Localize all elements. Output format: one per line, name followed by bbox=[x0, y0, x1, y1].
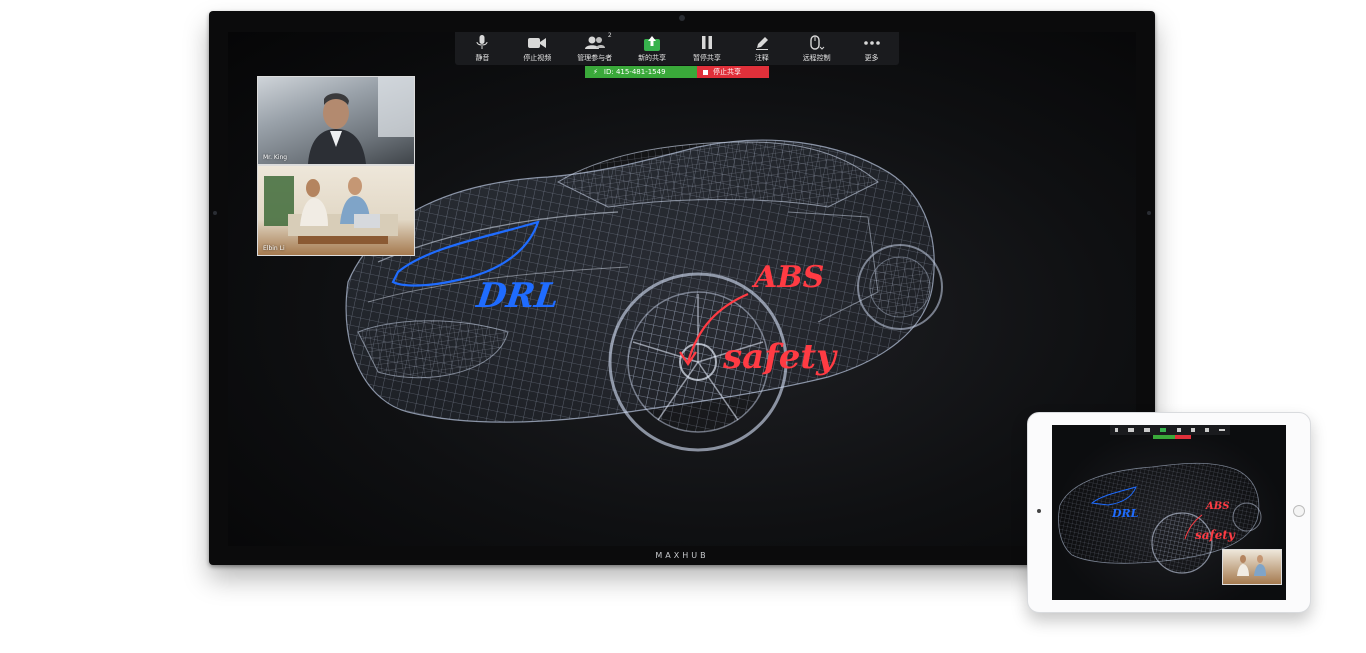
remote-control-label: 远程控制 bbox=[802, 53, 831, 62]
tablet-annotation-abs: ABS bbox=[1206, 501, 1230, 512]
interactive-display: DRL ABS safety Mr. King Elbin Li 静音 停止视频… bbox=[209, 11, 1155, 565]
participant-photo bbox=[308, 77, 414, 164]
tablet-video-camera-icon[interactable] bbox=[1128, 428, 1135, 432]
tablet-more-dots-icon[interactable] bbox=[1218, 429, 1225, 431]
participant-name: Elbin Li bbox=[263, 245, 285, 252]
annotate-label: 注释 bbox=[754, 53, 769, 62]
participants-icon: 2 bbox=[584, 32, 612, 51]
pause-share-label: 暂停共享 bbox=[692, 53, 721, 62]
tablet-annotation-safety: safety bbox=[1195, 528, 1235, 542]
participant-name: Mr. King bbox=[263, 154, 288, 161]
mouse-icon bbox=[809, 34, 825, 51]
pencil-icon bbox=[755, 35, 769, 51]
tablet-stop-share-button[interactable] bbox=[1175, 435, 1191, 439]
tablet-meeting-status-bar bbox=[1153, 435, 1191, 439]
annotation-drl: DRL bbox=[474, 276, 562, 316]
tablet-participant-photo bbox=[1237, 555, 1266, 576]
annotation-safety: safety bbox=[723, 337, 836, 377]
remote-control-button[interactable]: 远程控制 bbox=[802, 34, 832, 63]
tablet-shared-screen: DRL ABS safety bbox=[1052, 425, 1286, 600]
new-share-label: 新的共享 bbox=[638, 53, 667, 62]
shared-screen: DRL ABS safety Mr. King Elbin Li 静音 停止视频… bbox=[228, 32, 1136, 546]
mute-label: 静音 bbox=[475, 53, 490, 62]
new-share-button[interactable]: 新的共享 bbox=[637, 35, 667, 63]
annotate-button[interactable]: 注释 bbox=[747, 35, 777, 63]
share-screen-icon bbox=[644, 35, 661, 51]
display-camera-dot bbox=[679, 15, 685, 21]
participants-label: 管理参与者 bbox=[577, 53, 613, 62]
meeting-id-text: ID: 415-481-1549 bbox=[603, 68, 666, 76]
stop-video-button[interactable]: 停止视频 bbox=[522, 35, 552, 63]
tablet-participant-video-tile[interactable] bbox=[1222, 549, 1282, 585]
tablet-mouse-icon[interactable] bbox=[1204, 428, 1209, 432]
tablet-annotation-drl: DRL bbox=[1112, 507, 1139, 520]
participant-video-tile[interactable]: Mr. King bbox=[257, 76, 415, 165]
display-side-dot-left bbox=[213, 211, 217, 215]
tablet-device: DRL ABS safety bbox=[1027, 412, 1311, 613]
tablet-pause-icon[interactable] bbox=[1176, 428, 1181, 432]
rear-wheel-graphic bbox=[857, 244, 943, 330]
tablet-share-screen-icon[interactable] bbox=[1160, 428, 1167, 432]
more-label: 更多 bbox=[864, 53, 879, 62]
more-dots-icon bbox=[863, 35, 880, 51]
stop-share-button[interactable]: 停止共享 bbox=[697, 66, 769, 78]
pause-icon bbox=[701, 35, 712, 51]
tablet-microphone-icon[interactable] bbox=[1115, 428, 1119, 432]
stop-video-label: 停止视频 bbox=[523, 53, 552, 62]
meeting-status-bar: ⚡ ID: 415-481-1549 停止共享 bbox=[585, 66, 769, 78]
participant-video-tile[interactable]: Elbin Li bbox=[257, 165, 415, 256]
brand-logo: MAXHUB bbox=[655, 551, 709, 560]
stop-share-label: 停止共享 bbox=[713, 68, 741, 76]
stop-square-icon bbox=[703, 69, 708, 75]
more-button[interactable]: 更多 bbox=[857, 35, 887, 63]
microphone-icon bbox=[476, 35, 488, 51]
tablet-pencil-icon[interactable] bbox=[1190, 428, 1195, 432]
tablet-participants-icon[interactable] bbox=[1144, 428, 1151, 432]
tablet-toolbar bbox=[1110, 425, 1230, 435]
participants-count-badge: 2 bbox=[607, 32, 612, 39]
tablet-camera-dot bbox=[1037, 509, 1041, 513]
pause-share-button[interactable]: 暂停共享 bbox=[692, 35, 722, 63]
display-side-dot-right bbox=[1147, 211, 1151, 215]
meeting-toolbar: 静音 停止视频 2 管理参与者 新的共享 暂停共享 注释 远程控制 更多 bbox=[455, 32, 899, 65]
tablet-meeting-id-indicator[interactable] bbox=[1153, 435, 1175, 439]
participant-photo bbox=[264, 176, 398, 244]
annotation-abs: ABS bbox=[754, 260, 825, 295]
security-icon: ⚡ bbox=[593, 68, 598, 76]
meeting-id-indicator[interactable]: ⚡ ID: 415-481-1549 bbox=[585, 66, 697, 78]
mute-button[interactable]: 静音 bbox=[467, 35, 497, 63]
video-camera-icon bbox=[528, 35, 547, 51]
participants-button[interactable]: 2 管理参与者 bbox=[577, 32, 613, 63]
tablet-home-button[interactable] bbox=[1293, 505, 1305, 517]
